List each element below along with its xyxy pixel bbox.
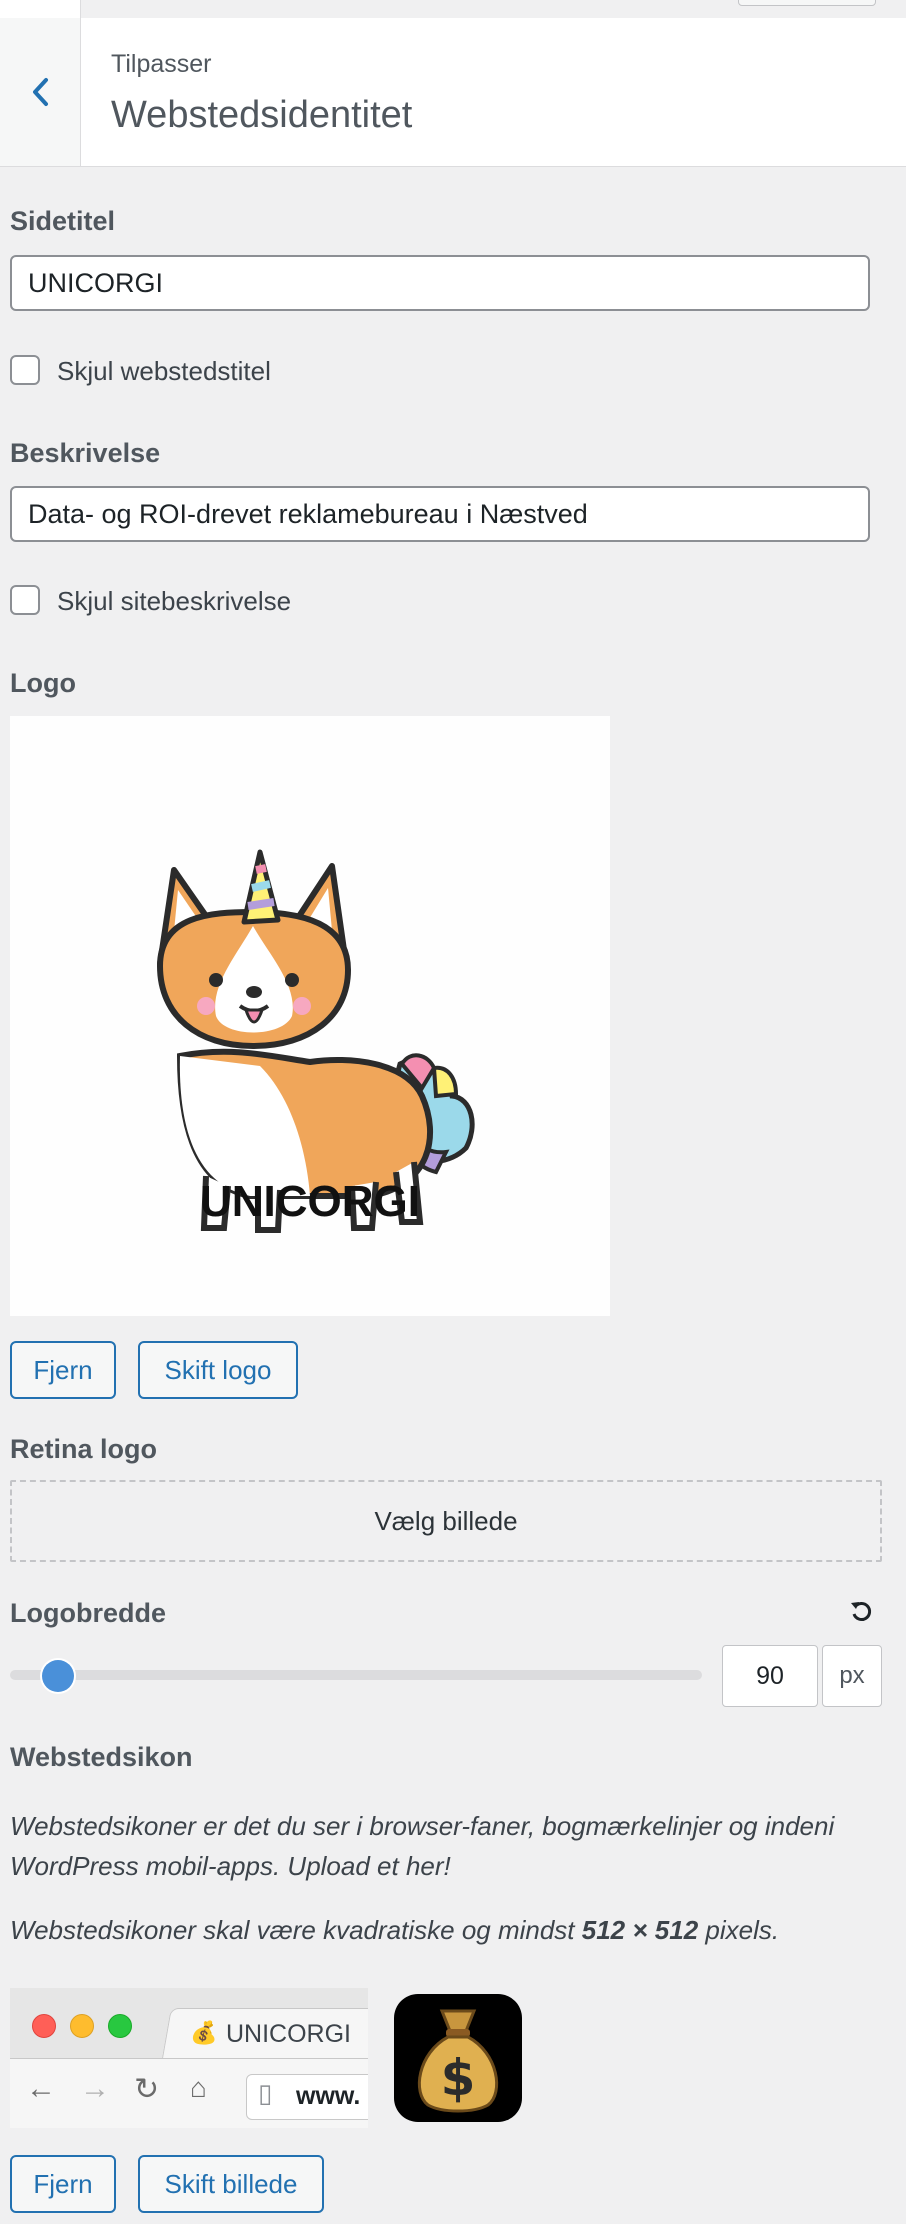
tagline-input[interactable]	[10, 486, 870, 542]
top-strip-button[interactable]	[738, 0, 876, 6]
logo-width-input[interactable]: 90	[722, 1645, 818, 1707]
remove-logo-button[interactable]: Fjern	[10, 1341, 116, 1399]
hide-tagline-label: Skjul sitebeskrivelse	[57, 586, 292, 616]
reload-icon: ↻	[134, 2073, 160, 2106]
forward-arrow-icon: →	[80, 2072, 110, 2105]
panel-header: Tilpasser Webstedsidentitet	[0, 18, 906, 167]
rainbow-horn	[241, 849, 281, 925]
site-icon-size-note: Webstedsikoner skal være kvadratiske og …	[10, 1910, 890, 1950]
money-bag-icon: 💰	[190, 2020, 218, 2045]
unicorgi-logo-image: UNICORGI	[156, 849, 475, 1233]
logo-width-slider-track[interactable]	[10, 1670, 702, 1680]
size-note-before: Webstedsikoner skal være kvadratiske og …	[10, 1915, 582, 1945]
change-logo-button[interactable]: Skift logo	[138, 1341, 298, 1399]
minimize-dot-icon	[70, 2014, 94, 2038]
hide-site-title-label: Skjul webstedstitel	[57, 356, 271, 386]
page-title: Webstedsidentitet	[111, 94, 413, 136]
logo-label: Logo	[10, 668, 76, 698]
maximize-dot-icon	[108, 2014, 132, 2038]
reset-icon[interactable]	[848, 1598, 874, 1624]
remove-site-icon-button[interactable]: Fjern	[10, 2155, 116, 2213]
site-title-label: Sidetitel	[10, 206, 116, 236]
close-dot-icon	[32, 2014, 56, 2038]
retina-logo-label: Retina logo	[10, 1434, 157, 1464]
hide-site-title-checkbox[interactable]	[10, 355, 40, 385]
change-site-icon-button[interactable]: Skift billede	[138, 2155, 324, 2213]
site-icon-description: Webstedsikoner er det du ser i browser-f…	[10, 1811, 835, 1881]
logo-wordmark: UNICORGI	[200, 1177, 420, 1226]
logo-width-label: Logobredde	[10, 1598, 166, 1628]
site-icon-preview: $	[394, 1994, 522, 2122]
money-bag-icon: $	[417, 2009, 499, 2113]
back-arrow-icon: ←	[26, 2072, 56, 2105]
size-note-after: pixels.	[698, 1915, 780, 1945]
logo-preview: UNICORGI	[10, 716, 610, 1316]
browser-url-text: www.	[296, 2082, 361, 2110]
top-strip-cell	[0, 0, 81, 18]
back-button[interactable]	[0, 18, 81, 166]
breadcrumb: Tilpasser	[111, 50, 212, 78]
home-icon: ⌂	[190, 2072, 207, 2103]
site-icon-label: Webstedsikon	[10, 1742, 193, 1772]
logo-width-slider-thumb[interactable]	[42, 1660, 74, 1692]
browser-tab-title: UNICORGI	[226, 2020, 351, 2048]
hide-tagline-checkbox[interactable]	[10, 585, 40, 615]
site-title-input[interactable]	[10, 255, 870, 311]
page-icon: ▯	[258, 2078, 273, 2108]
browser-preview: 💰 UNICORGI ← → ↻ ⌂ ▯ www.	[10, 1988, 368, 2128]
choose-retina-logo-button[interactable]: Vælg billede	[10, 1480, 882, 1562]
svg-text:$: $	[441, 2049, 476, 2107]
chevron-left-icon	[33, 78, 48, 106]
top-strip	[0, 0, 906, 19]
tagline-label: Beskrivelse	[10, 438, 161, 468]
logo-width-unit: px	[822, 1645, 882, 1707]
size-note-bold: 512 × 512	[581, 1915, 699, 1945]
